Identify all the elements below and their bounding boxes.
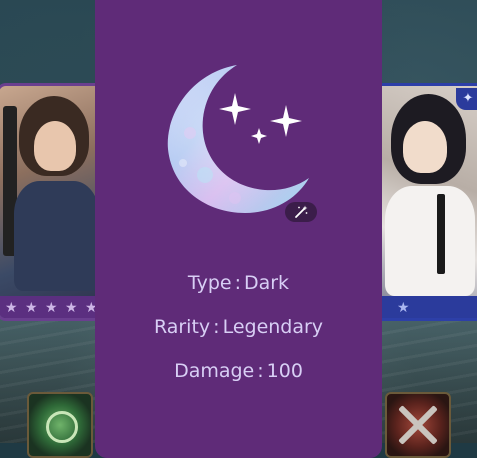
card-rarity-bar: ★ — [371, 296, 477, 318]
star-icon: ★ — [397, 300, 410, 316]
paw-icon: ✦ — [456, 88, 477, 110]
stat-separator: : — [257, 360, 264, 382]
stat-value: 100 — [266, 360, 303, 382]
stat-label: Rarity — [153, 316, 211, 338]
magic-wand-icon[interactable] — [285, 202, 317, 222]
stat-rarity: Rarity: Legendary — [95, 315, 382, 339]
character-face — [34, 121, 76, 171]
item-slot-left[interactable] — [27, 392, 93, 458]
star-icon: ★ — [45, 300, 58, 316]
stat-label: Damage — [174, 360, 255, 382]
stat-value: Legendary — [222, 316, 324, 338]
stat-label: Type — [187, 272, 232, 294]
swirl-icon — [46, 411, 78, 443]
stat-separator: : — [213, 316, 220, 338]
character-face — [403, 121, 447, 173]
character-tie — [437, 194, 445, 274]
stat-damage: Damage:100 — [95, 359, 382, 383]
crescent-moon-icon — [165, 63, 315, 218]
stat-separator: : — [234, 272, 241, 294]
item-slot-right[interactable] — [385, 392, 451, 458]
skill-detail-modal: Type: Dark Rarity: Legendary Damage:100 — [95, 0, 382, 458]
character-card-right[interactable]: ✦ ★ — [368, 83, 477, 321]
stat-value: Dark — [243, 272, 290, 294]
character-body — [14, 181, 99, 291]
star-icon: ★ — [25, 300, 38, 316]
star-icon: ★ — [65, 300, 78, 316]
stat-type: Type: Dark — [95, 271, 382, 295]
character-body — [385, 186, 475, 296]
star-icon: ★ — [5, 300, 18, 316]
